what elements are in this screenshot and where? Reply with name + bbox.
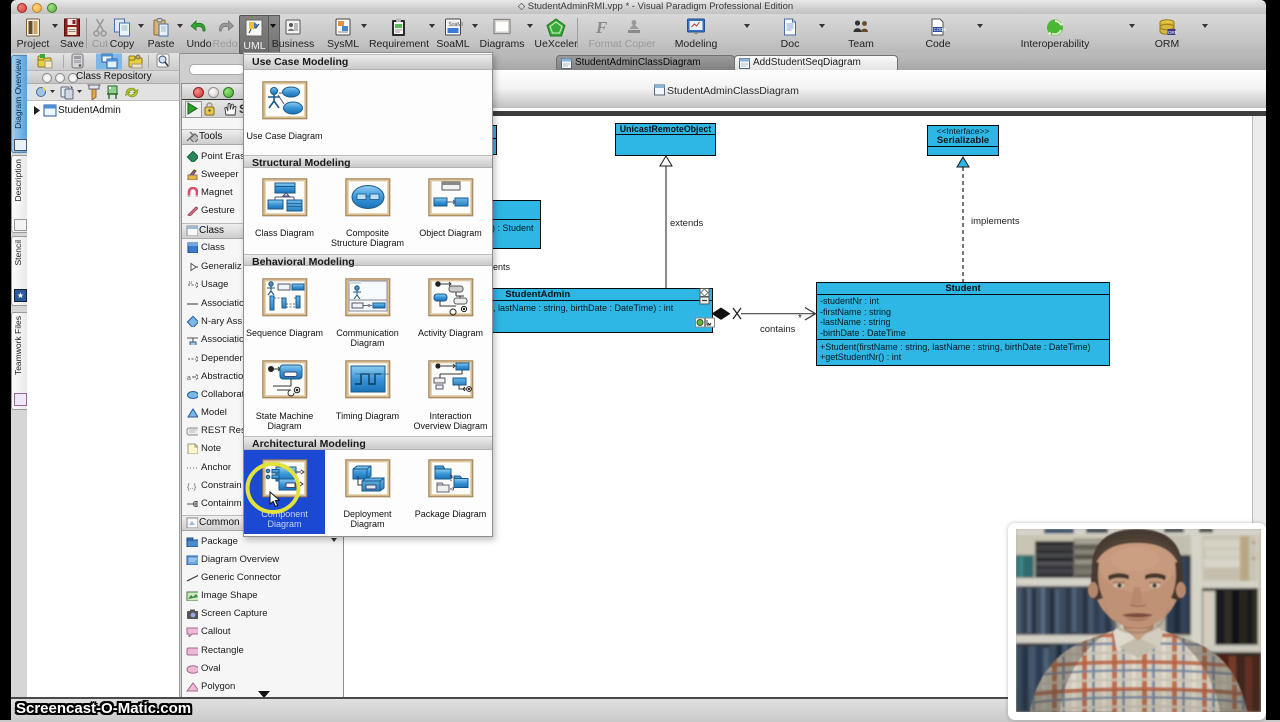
svg-text:SoaML: SoaML <box>449 22 463 28</box>
svg-text:F: F <box>595 18 608 36</box>
svg-text:CODE: CODE <box>934 27 947 32</box>
svg-text:ORM: ORM <box>1168 30 1177 35</box>
svg-text:{..}: {..} <box>187 482 197 491</box>
svg-text:contains: contains <box>760 324 796 335</box>
svg-text:u: u <box>189 280 192 286</box>
svg-text:*: * <box>798 313 802 324</box>
svg-text:implements: implements <box>971 216 1020 227</box>
svg-text:extends: extends <box>670 218 704 229</box>
svg-text:a: a <box>187 375 191 382</box>
